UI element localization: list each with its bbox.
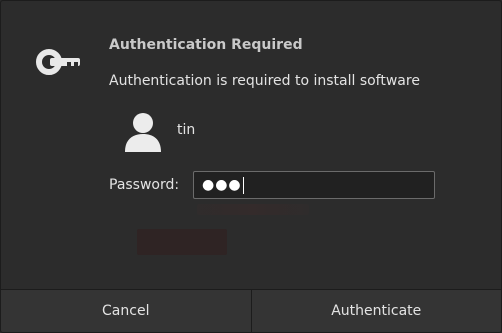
- cancel-button[interactable]: Cancel: [1, 290, 252, 332]
- faded-spinner-placeholder: [137, 229, 227, 255]
- user-avatar-icon: [125, 113, 161, 152]
- dialog-message: Authentication is required to install so…: [109, 73, 420, 89]
- password-label: Password:: [109, 177, 180, 193]
- password-masked-value: ●●●: [202, 177, 242, 193]
- dialog-title: Authentication Required: [109, 37, 303, 53]
- dialog-footer: Cancel Authenticate: [1, 289, 501, 332]
- key-icon: [36, 49, 80, 75]
- text-caret: [242, 176, 244, 194]
- password-input[interactable]: ●●●: [193, 171, 435, 199]
- authentication-dialog: Authentication Required Authentication i…: [0, 0, 502, 333]
- faded-message-placeholder: [197, 204, 309, 215]
- authenticate-button[interactable]: Authenticate: [251, 290, 501, 332]
- username-label: tin: [177, 122, 196, 138]
